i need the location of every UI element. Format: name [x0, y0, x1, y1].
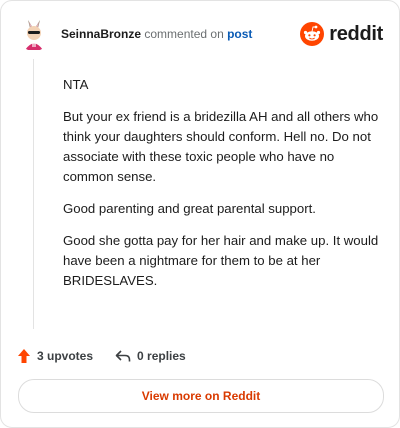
comment-paragraph: Good parenting and great parental suppor…: [63, 201, 316, 216]
embedded-comment-card: SeinnaBronze commented on post reddit NT…: [0, 0, 400, 428]
upvote-count: 3 upvotes: [37, 349, 94, 363]
view-more-on-reddit-button[interactable]: View more on Reddit: [18, 379, 384, 413]
reply-icon: [115, 350, 131, 362]
upvote-arrow-icon: [18, 349, 30, 363]
comment-body: NTA But your ex friend is a bridezilla A…: [63, 75, 383, 303]
comment-paragraph: But your ex friend is a bridezilla AH an…: [63, 109, 379, 184]
reddit-snoo-icon: [300, 22, 325, 46]
reddit-wordmark: reddit: [329, 22, 383, 45]
post-link[interactable]: post: [227, 27, 252, 41]
reddit-logo[interactable]: reddit: [300, 17, 383, 51]
comment-paragraph: NTA: [63, 77, 89, 92]
thread-line: [33, 59, 34, 329]
user-avatar-icon[interactable]: [17, 17, 51, 51]
reply-button[interactable]: 0 replies: [115, 349, 186, 363]
comment-byline: SeinnaBronze commented on post: [61, 26, 252, 42]
byline-action-text: commented on: [144, 27, 224, 41]
username-link[interactable]: SeinnaBronze: [61, 27, 141, 41]
comment-footer: 3 upvotes 0 replies: [17, 345, 208, 367]
comment-paragraph: Good she gotta pay for her hair and make…: [63, 233, 379, 288]
reply-count: 0 replies: [137, 349, 186, 363]
upvote-button[interactable]: 3 upvotes: [17, 348, 93, 364]
comment-header: SeinnaBronze commented on post reddit: [17, 17, 383, 51]
